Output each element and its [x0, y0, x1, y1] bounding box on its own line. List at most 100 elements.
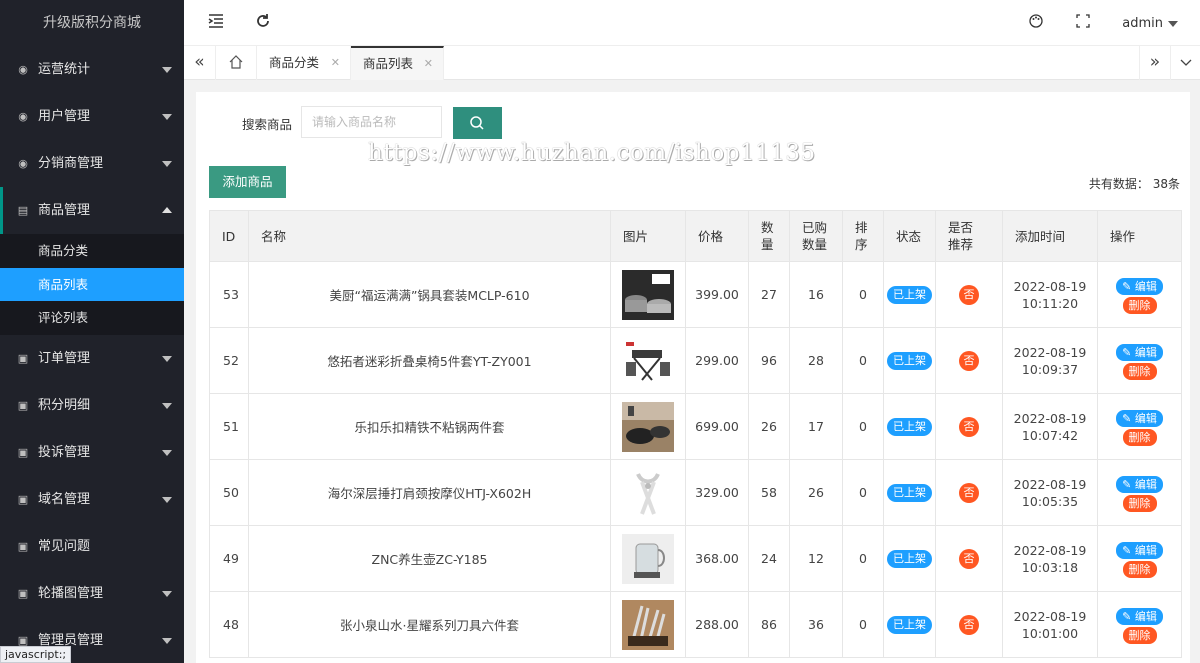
cell-price: 699.00	[685, 393, 749, 460]
delete-button[interactable]: 删除	[1122, 626, 1157, 644]
cell-id: 49	[209, 525, 249, 592]
status-badge[interactable]: 已上架	[887, 417, 932, 436]
sidebar-subitem-product-list[interactable]: 商品列表	[0, 267, 184, 301]
home-icon[interactable]	[216, 46, 257, 80]
product-thumbnail	[622, 599, 674, 650]
edit-button[interactable]: ✎ 编辑	[1116, 541, 1163, 559]
user-icon: ◉	[18, 110, 28, 123]
tabs-menu-chevron-icon[interactable]	[1171, 46, 1200, 80]
sidebar-subitem-categories[interactable]: 商品分类	[0, 234, 184, 268]
sidebar-item-label: 投诉管理	[38, 444, 91, 460]
edit-button[interactable]: ✎ 编辑	[1116, 277, 1163, 295]
sidebar-item-complaints[interactable]: ▣ 投诉管理	[0, 429, 184, 476]
delete-button[interactable]: 删除	[1122, 428, 1157, 446]
product-thumbnail	[622, 401, 674, 452]
tab-product-list[interactable]: 商品列表 ✕	[351, 46, 444, 80]
status-badge[interactable]: 已上架	[887, 351, 932, 370]
sidebar-item-orders[interactable]: ▣ 订单管理	[0, 335, 184, 382]
cell-bought: 17	[789, 393, 843, 460]
user-icon: ◉	[18, 157, 28, 170]
tabs-scroll-left-icon[interactable]: «	[184, 46, 216, 80]
tab-categories[interactable]: 商品分类 ✕	[257, 46, 351, 80]
search-button[interactable]	[453, 107, 502, 139]
palette-icon[interactable]	[1026, 13, 1046, 33]
sidebar-item-faq[interactable]: ▣ 常见问题	[0, 523, 184, 570]
edit-button[interactable]: ✎ 编辑	[1116, 409, 1163, 427]
cell-status: 已上架	[883, 327, 936, 394]
recommend-badge[interactable]: 否	[959, 548, 979, 569]
username: admin	[1122, 16, 1163, 31]
sidebar-subitem-reviews[interactable]: 评论列表	[0, 301, 184, 335]
recommend-badge[interactable]: 否	[959, 284, 979, 305]
cell-bought: 36	[789, 591, 843, 658]
cell-name: 悠拓者迷彩折叠桌椅5件套YT-ZY001	[248, 327, 611, 394]
tabs-scroll-right-icon[interactable]: »	[1139, 46, 1171, 80]
delete-button[interactable]: 删除	[1122, 494, 1157, 512]
edit-button[interactable]: ✎ 编辑	[1116, 607, 1163, 625]
app-logo: 升级版积分商城	[0, 0, 184, 46]
fullscreen-icon[interactable]	[1073, 13, 1093, 33]
recommend-badge[interactable]: 否	[959, 350, 979, 371]
table-row: 52 悠拓者迷彩折叠桌椅5件套YT-ZY001 299.00 96 28 0 已上架 否 202…	[209, 327, 1182, 394]
sidebar-item-products[interactable]: ▤ 商品管理	[0, 187, 184, 234]
sidebar-item-banners[interactable]: ▣ 轮播图管理	[0, 570, 184, 617]
cell-qty: 26	[748, 393, 790, 460]
sidebar-item-points[interactable]: ▣ 积分明细	[0, 382, 184, 429]
cell-price: 329.00	[685, 459, 749, 526]
status-badge[interactable]: 已上架	[887, 285, 932, 304]
user-menu[interactable]: admin	[1122, 16, 1178, 31]
sidebar-item-label: 订单管理	[38, 350, 91, 366]
cell-recommended: 否	[935, 459, 1003, 526]
chevron-down-icon	[162, 449, 172, 456]
edit-button[interactable]: ✎ 编辑	[1116, 343, 1163, 361]
col-name: 名称	[248, 210, 611, 262]
cell-status: 已上架	[883, 525, 936, 592]
document-icon: ▤	[17, 204, 29, 217]
status-badge[interactable]: 已上架	[887, 615, 932, 634]
cell-bought: 12	[789, 525, 843, 592]
chevron-down-icon	[162, 114, 172, 120]
caret-down-icon	[1168, 20, 1178, 27]
cell-status: 已上架	[883, 393, 936, 460]
cell-added-time: 2022-08-19 10:07:42	[1002, 393, 1098, 460]
close-icon[interactable]: ✕	[331, 46, 340, 79]
cell-added-time: 2022-08-19 10:09:37	[1002, 327, 1098, 394]
delete-button[interactable]: 删除	[1122, 296, 1157, 314]
delete-button[interactable]: 删除	[1122, 362, 1157, 380]
product-table: ID 名称 图片 价格 数量 已购 数量 排序 状态 是否 推荐 添加时间 操作 5…	[209, 210, 1182, 658]
cell-added-time: 2022-08-19 10:01:00	[1002, 591, 1098, 658]
table-row: 49 ZNC养生壶ZC-Y185 368.00 24 12 0 已上架 否 2022-08-19…	[209, 525, 1182, 592]
recommend-badge[interactable]: 否	[959, 482, 979, 503]
cell-name: ZNC养生壶ZC-Y185	[248, 525, 611, 592]
add-product-button[interactable]: 添加商品	[209, 166, 286, 198]
sidebar-item-domains[interactable]: ▣ 域名管理	[0, 476, 184, 523]
cell-qty: 58	[748, 459, 790, 526]
menu-toggle-icon[interactable]	[206, 13, 226, 33]
sidebar-item-distributors[interactable]: ◉ 分销商管理	[0, 140, 184, 187]
status-badge[interactable]: 已上架	[887, 549, 932, 568]
status-badge[interactable]: 已上架	[887, 483, 932, 502]
cell-id: 52	[209, 327, 249, 394]
search-input[interactable]	[301, 106, 442, 138]
recommend-badge[interactable]: 否	[959, 416, 979, 437]
chevron-down-icon	[162, 161, 172, 167]
col-status: 状态	[883, 210, 936, 262]
recommend-badge[interactable]: 否	[959, 614, 979, 635]
browser-status-bar: javascript:;	[0, 646, 72, 663]
sidebar-item-operation-stats[interactable]: ◉ 运营统计	[0, 46, 184, 93]
refresh-icon[interactable]	[253, 13, 273, 33]
cell-recommended: 否	[935, 525, 1003, 592]
cell-recommended: 否	[935, 261, 1003, 328]
cell-bought: 16	[789, 261, 843, 328]
cell-actions: ✎ 编辑 删除	[1097, 261, 1182, 328]
chevron-down-icon	[162, 355, 172, 362]
image-icon: ▣	[17, 351, 29, 365]
edit-button[interactable]: ✎ 编辑	[1116, 475, 1163, 493]
delete-button[interactable]: 删除	[1122, 560, 1157, 578]
col-price: 价格	[685, 210, 749, 262]
cell-recommended: 否	[935, 591, 1003, 658]
sidebar-item-users[interactable]: ◉ 用户管理	[0, 93, 184, 140]
user-icon: ◉	[18, 63, 28, 76]
close-icon[interactable]: ✕	[424, 48, 433, 79]
cell-image	[610, 393, 686, 460]
